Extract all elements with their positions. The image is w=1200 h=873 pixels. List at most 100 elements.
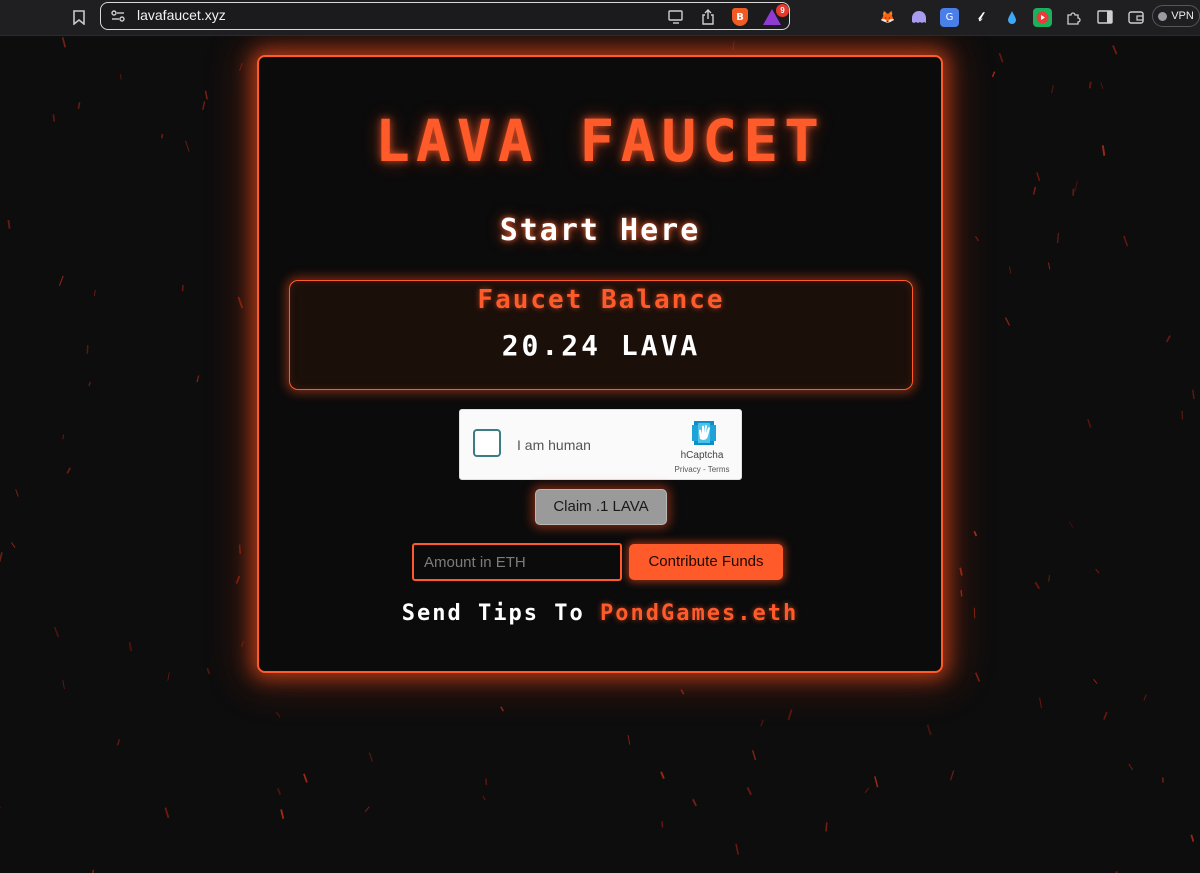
lava-speckle: [661, 821, 664, 828]
lava-speckle: [93, 289, 96, 297]
lava-speckle: [1074, 180, 1078, 192]
share-icon[interactable]: [699, 8, 717, 26]
lava-speckle: [1068, 521, 1074, 528]
vpn-label: VPN: [1171, 10, 1194, 22]
address-bar[interactable]: lavafaucet.xyz B 9: [100, 2, 790, 30]
tips-line: Send Tips To PondGames.eth: [259, 601, 941, 626]
lava-speckle: [1100, 82, 1104, 90]
lava-speckle: [926, 724, 932, 736]
lava-speckle: [206, 667, 211, 675]
amount-eth-input[interactable]: [412, 543, 622, 581]
lava-speckle: [276, 787, 282, 796]
vpn-button[interactable]: VPN: [1152, 5, 1200, 27]
lava-speckle: [692, 798, 698, 807]
lava-speckle: [959, 567, 963, 576]
lava-speckle: [482, 795, 486, 801]
lava-speckle: [364, 806, 370, 812]
lava-speckle: [1036, 172, 1041, 182]
lava-speckle: [864, 787, 870, 794]
lava-speckle: [53, 626, 60, 638]
claim-button[interactable]: Claim .1 LAVA: [535, 489, 667, 525]
faucet-card: LAVA FAUCET Start Here Faucet Balance 20…: [257, 55, 943, 673]
balance-value: 20.24 LAVA: [501, 329, 701, 362]
lava-speckle: [1056, 232, 1060, 244]
brave-rewards-icon[interactable]: 9: [763, 4, 789, 26]
lava-speckle: [735, 843, 739, 855]
lava-speckle: [746, 787, 752, 796]
lava-speckle: [58, 275, 64, 286]
lava-speckle: [1032, 186, 1037, 195]
lava-speckle: [119, 73, 122, 80]
wallet-icon[interactable]: [1126, 8, 1145, 27]
lava-speckle: [10, 542, 16, 548]
lava-speckle: [1095, 568, 1100, 574]
lava-speckle: [1004, 317, 1011, 326]
lava-speckle: [1101, 145, 1106, 156]
lava-speckle: [202, 101, 206, 111]
lava-speckle: [240, 640, 244, 647]
lava-speckle: [500, 706, 505, 712]
lava-speckle: [1165, 335, 1171, 343]
lava-speckle: [1050, 84, 1055, 94]
cast-icon[interactable]: [667, 8, 685, 26]
sidebar-icon[interactable]: [1095, 8, 1114, 27]
contribute-funds-button[interactable]: Contribute Funds: [629, 544, 783, 580]
page-title: LAVA FAUCET: [374, 107, 826, 175]
lava-speckle: [204, 90, 208, 100]
lava-speckle: [167, 672, 170, 681]
lava-speckle: [1034, 581, 1041, 590]
lava-speckle: [1123, 235, 1129, 247]
lava-speckle: [760, 719, 764, 727]
hcaptcha-links[interactable]: Privacy - Terms: [660, 465, 744, 474]
lava-speckle: [181, 285, 184, 292]
lava-speckle: [1008, 266, 1012, 274]
lava-speckle: [874, 776, 879, 788]
lava-speckle: [1192, 389, 1195, 400]
lava-speckle: [1112, 45, 1118, 55]
browser-toolbar: lavafaucet.xyz B 9 🦊 G 𝓁 VPN: [0, 0, 1200, 36]
translate-icon[interactable]: G: [940, 7, 959, 27]
lava-speckle: [998, 52, 1004, 63]
lava-speckle: [164, 807, 170, 819]
extensions-puzzle-icon[interactable]: [1064, 8, 1083, 27]
lava-speckle: [485, 778, 488, 785]
lava-speckle: [237, 296, 244, 309]
lava-speckle: [1143, 694, 1147, 701]
lava-speckle: [15, 489, 19, 497]
lava-speckle: [974, 236, 980, 242]
lava-speckle: [1087, 418, 1092, 428]
lava-speckle: [239, 62, 243, 71]
page-viewport: LAVA FAUCET Start Here Faucet Balance 20…: [0, 36, 1200, 873]
lava-speckle: [973, 530, 978, 537]
lava-speckle: [61, 37, 67, 48]
url-text[interactable]: lavafaucet.xyz: [137, 7, 226, 23]
lava-speckle: [1039, 697, 1042, 709]
lava-speckle: [196, 375, 200, 383]
lava-speckle: [1161, 777, 1164, 783]
faucet-balance-panel: Faucet Balance 20.24 LAVA: [289, 280, 913, 390]
lava-speckle: [88, 381, 91, 387]
water-drop-icon[interactable]: [1002, 8, 1021, 27]
balance-label: Faucet Balance: [477, 285, 725, 315]
lava-speckle: [280, 809, 285, 819]
brave-shields-icon[interactable]: B: [731, 8, 749, 26]
media-play-icon[interactable]: [1033, 7, 1052, 27]
lava-speckle: [62, 679, 65, 690]
lava-speckle: [974, 672, 981, 682]
lava-speckle: [62, 434, 65, 440]
hcaptcha-logo-icon: [692, 421, 716, 445]
bookmark-icon[interactable]: [70, 8, 88, 26]
lava-speckle: [66, 467, 71, 474]
metamask-icon[interactable]: 🦊: [878, 8, 897, 27]
vpn-status-icon: [1158, 11, 1168, 21]
lava-speckle: [303, 773, 308, 783]
rewards-badge: 9: [776, 4, 789, 17]
extensions-bar: 🦊 G 𝓁: [878, 6, 1145, 28]
hcaptcha-brand: hCaptcha: [680, 450, 724, 461]
script-icon[interactable]: 𝓁: [971, 8, 990, 27]
captcha-checkbox[interactable]: [473, 429, 501, 457]
hcaptcha-widget: I am human hCaptcha Privacy - Terms: [459, 409, 742, 480]
ghost-wallet-icon[interactable]: [909, 8, 928, 27]
lava-speckle: [732, 40, 735, 51]
site-settings-icon[interactable]: [110, 8, 126, 24]
